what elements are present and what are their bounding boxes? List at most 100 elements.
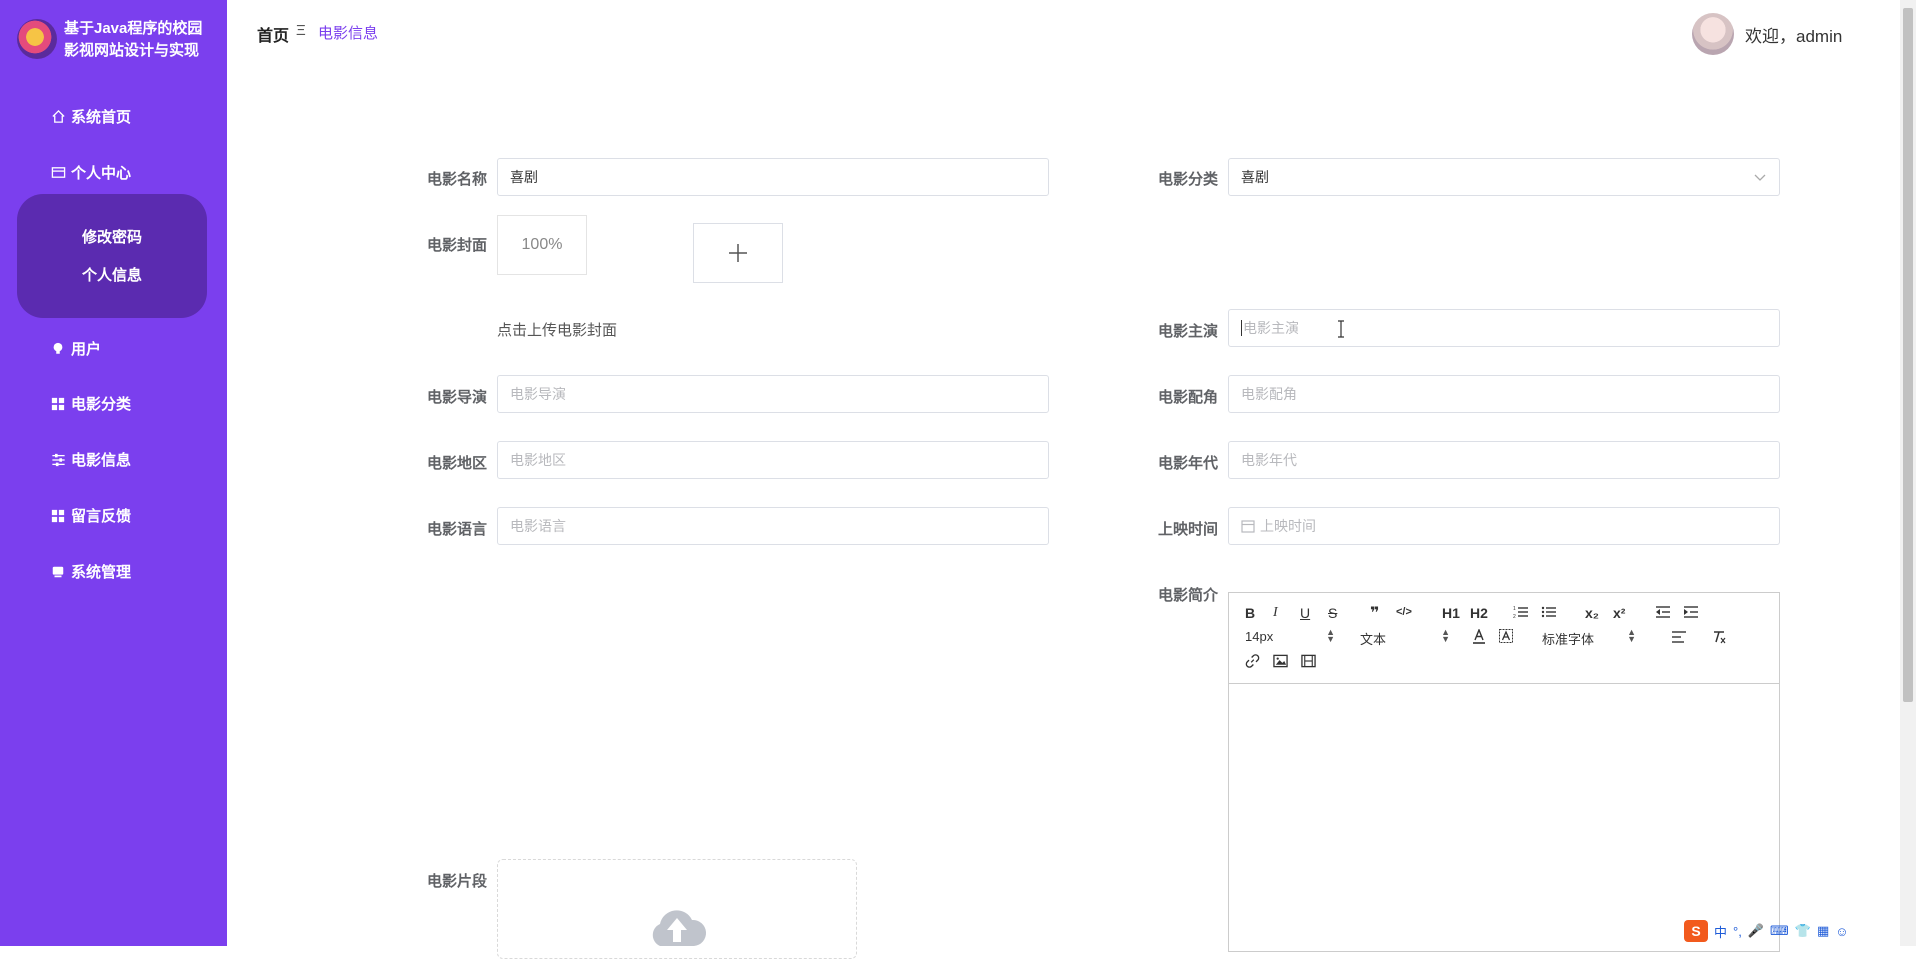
lead-actor-label: 电影主演 [1158,323,1219,340]
release-date-picker[interactable]: 上映时间 [1228,507,1780,545]
editor-toolbar: B I U S ❞ </> H1 H2 12 x₂ x² 14px ▲ ▼ 文本 … [1229,593,1779,684]
release-date-label: 上映时间 [1158,521,1219,538]
region-input[interactable]: 电影地区 [497,441,1049,479]
personal-submenu: 修改密码 个人信息 [17,194,207,318]
font-size-value: 14px [1245,629,1274,644]
menu-item-personal-center[interactable]: 个人中心 [50,162,131,183]
clear-format-icon[interactable] [1711,630,1727,647]
year-input[interactable]: 电影年代 [1228,441,1780,479]
block-type-select[interactable]: 文本 ▲ ▼ [1360,628,1450,648]
subscript-button[interactable]: x₂ [1585,605,1599,621]
h2-button[interactable]: H2 [1470,605,1488,621]
superscript-button[interactable]: x² [1613,605,1625,621]
movie-cover-label: 电影封面 [427,237,488,254]
grid-icon[interactable]: ▦ [1817,923,1829,939]
svg-text:1: 1 [1513,606,1516,612]
menu-label: 电影分类 [71,396,132,413]
welcome-text: 欢迎，admin [1745,27,1843,46]
breadcrumb-home[interactable]: 首页 [257,22,289,46]
page-scrollbar[interactable] [1900,0,1916,946]
outdent-icon[interactable] [1655,605,1671,622]
supporting-actor-label: 电影配角 [1158,389,1219,406]
ime-toolbar[interactable]: S 中 °, 🎤 ⌨ 👕 ▦ ☺ [1684,920,1900,942]
clip-upload-area[interactable] [497,859,857,959]
menu-label: 留言反馈 [71,508,132,525]
region-label: 电影地区 [427,455,488,472]
editor-content-area[interactable] [1229,684,1779,954]
align-icon[interactable] [1671,630,1687,647]
menu-item-feedback[interactable]: 留言反馈 [50,505,131,526]
intro-label: 电影简介 [1158,587,1219,604]
category-label: 电影分类 [1158,171,1219,188]
cover-upload-hint: 点击上传电影封面 [497,322,618,339]
menu-label: 系统管理 [71,564,132,581]
cover-upload-button[interactable] [693,223,783,283]
language-input[interactable]: 电影语言 [497,507,1049,545]
avatar[interactable] [1692,13,1734,55]
submenu-item-change-password[interactable]: 修改密码 [17,226,207,247]
ibeam-cursor-icon [1338,320,1344,338]
italic-button[interactable]: I [1273,605,1278,621]
menu-item-home[interactable]: 系统首页 [50,106,131,127]
bold-button[interactable]: B [1245,605,1255,621]
skin-icon[interactable]: 👕 [1795,923,1811,939]
site-logo [17,19,57,59]
link-icon[interactable] [1245,654,1260,671]
menu-item-movie-category[interactable]: 电影分类 [50,393,131,414]
text-cursor [1241,320,1242,336]
menu-label: 电影信息 [71,452,132,469]
menu-item-system-management[interactable]: 系统管理 [50,561,131,582]
intro-rich-text-editor[interactable]: B I U S ❞ </> H1 H2 12 x₂ x² 14px ▲ ▼ 文本 … [1228,592,1780,952]
site-title: 基于Java程序的校园影视网站设计与实现 [64,20,203,59]
grid-icon [50,508,66,524]
font-size-select[interactable]: 14px ▲ ▼ [1245,628,1335,645]
language-label: 电影语言 [427,521,488,538]
underline-button[interactable]: U [1300,605,1310,621]
director-input[interactable]: 电影导演 [497,375,1049,413]
microphone-icon[interactable]: 🎤 [1748,923,1764,939]
release-date-placeholder: 上映时间 [1260,518,1316,534]
h1-button[interactable]: H1 [1442,605,1460,621]
font-family-select[interactable]: 标准字体 ▲ ▼ [1542,627,1636,648]
scrollbar-thumb[interactable] [1903,8,1913,702]
supporting-actor-input[interactable]: 电影配角 [1228,375,1780,413]
image-icon[interactable] [1273,654,1288,671]
indent-icon[interactable] [1683,605,1699,622]
calendar-icon [1241,520,1255,533]
cloud-upload-icon [652,910,707,946]
cover-preview[interactable]: 100% [497,215,587,275]
sliders-icon [50,452,66,468]
svg-text:2: 2 [1513,614,1516,619]
ime-punctuation[interactable]: °, [1733,924,1742,939]
ordered-list-icon[interactable]: 12 [1513,605,1529,622]
lead-actor-placeholder: 电影主演 [1243,320,1299,336]
code-block-button[interactable]: </> [1396,606,1412,618]
lead-actor-input[interactable]: 电影主演 [1228,309,1780,347]
menu-item-users[interactable]: 用户 [50,338,101,359]
bulb-icon [50,341,66,357]
movie-name-field[interactable]: 喜剧 [497,158,1049,196]
year-label: 电影年代 [1158,455,1219,472]
grid-icon [50,396,66,412]
background-color-icon[interactable] [1499,629,1513,648]
language-placeholder: 电影语言 [510,518,566,534]
video-icon[interactable] [1301,654,1316,671]
category-select[interactable]: 喜剧 [1228,158,1780,196]
category-value: 喜剧 [1241,169,1269,185]
emoji-icon[interactable]: ☺ [1835,924,1848,939]
blockquote-button[interactable]: ❞ [1370,603,1379,623]
font-color-icon[interactable] [1472,628,1486,648]
ime-language[interactable]: 中 [1714,922,1727,941]
movie-name-value: 喜剧 [510,169,538,185]
supporting-actor-placeholder: 电影配角 [1241,386,1297,402]
breadcrumb-separator: Ξ [296,22,306,39]
strike-button[interactable]: S [1328,605,1337,621]
menu-item-movie-info[interactable]: 电影信息 [50,449,131,470]
bullet-list-icon[interactable] [1541,605,1557,622]
director-label: 电影导演 [427,389,488,406]
monitor-icon [50,564,66,580]
submenu-item-personal-info[interactable]: 个人信息 [17,264,207,285]
menu-label: 用户 [71,341,102,358]
keyboard-icon[interactable]: ⌨ [1770,923,1789,939]
select-arrows-icon: ▲ ▼ [1627,627,1636,644]
